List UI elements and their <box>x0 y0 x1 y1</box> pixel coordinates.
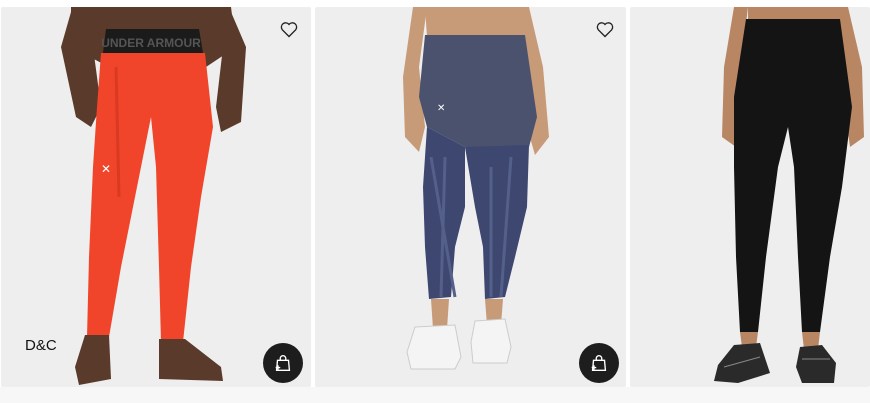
heart-outline-icon <box>280 22 298 38</box>
left-shoe <box>714 343 770 383</box>
shopping-bag-plus-icon <box>591 355 607 372</box>
page-bottom-strip <box>0 387 870 403</box>
ua-logo: ✕ <box>101 162 111 176</box>
ua-logo: ✕ <box>437 103 445 114</box>
legging-right-pattern <box>465 145 529 299</box>
product-image-2[interactable]: ✕ <box>315 7 626 387</box>
model-left-foot <box>75 335 111 385</box>
product-card-3[interactable] <box>630 7 870 387</box>
product-card-1[interactable]: UNDER ARMOUR ✕ D&C <box>1 7 311 387</box>
heart-outline-icon <box>596 22 614 38</box>
add-to-bag-button-1[interactable] <box>263 343 303 383</box>
model-torso <box>425 7 523 37</box>
add-to-bag-button-2[interactable] <box>579 343 619 383</box>
model-right-foot <box>159 339 223 381</box>
model-left-ankle <box>431 299 449 329</box>
model-torso <box>748 7 838 19</box>
legging-orange <box>87 53 213 342</box>
right-shoe <box>796 345 836 383</box>
waistband-text: UNDER ARMOUR <box>101 36 201 50</box>
shopping-bag-plus-icon <box>275 355 291 372</box>
product-card-2[interactable]: ✕ <box>315 7 626 387</box>
wishlist-button-1[interactable] <box>277 17 301 41</box>
left-shoe <box>406 324 462 370</box>
wishlist-button-2[interactable] <box>593 17 617 41</box>
right-shoe <box>470 318 512 364</box>
legging-black <box>734 19 852 332</box>
product-image-3[interactable] <box>630 7 870 387</box>
product-image-1[interactable]: UNDER ARMOUR ✕ <box>1 7 311 387</box>
brand-label: D&C <box>25 337 57 354</box>
